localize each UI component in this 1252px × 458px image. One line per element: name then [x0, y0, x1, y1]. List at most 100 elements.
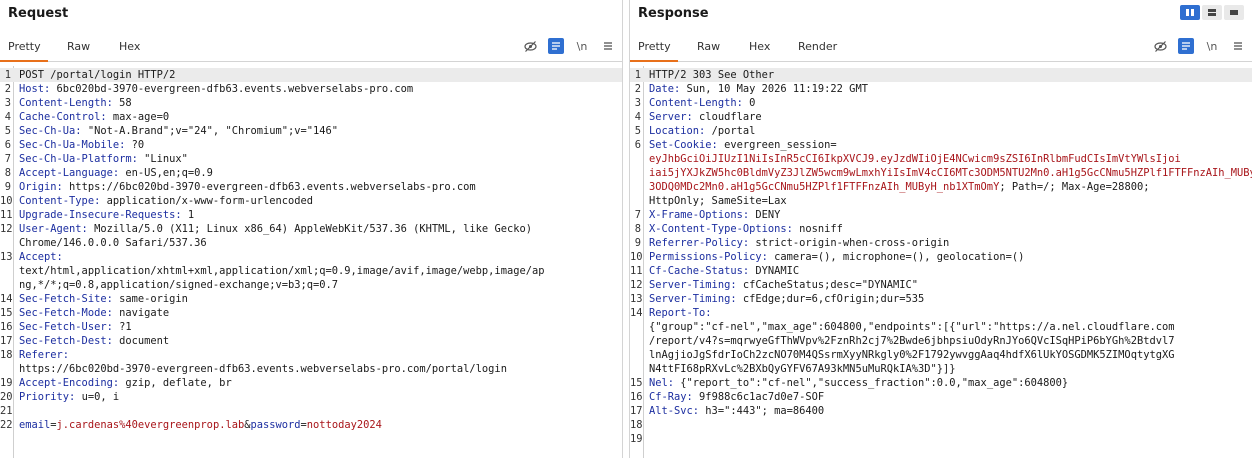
- menu-icon[interactable]: [600, 38, 616, 54]
- line-content: Sec-Fetch-Dest: document: [19, 334, 169, 348]
- tab-pretty[interactable]: Pretty: [8, 40, 41, 53]
- line-number: 5: [4, 125, 11, 137]
- tab-render[interactable]: Render: [798, 40, 837, 53]
- newline-toggle[interactable]: \n: [574, 38, 590, 54]
- line-number: 22: [0, 419, 13, 431]
- code-line: 3 Content-Length: 58: [0, 96, 622, 110]
- cookie-value: iai5jYXJkZW5hc0BldmVyZ3JlZW5wcm9wLmxhYiI…: [649, 167, 1252, 179]
- line-number: 7: [634, 209, 641, 221]
- top-bottom-layout-icon[interactable]: [1202, 5, 1222, 20]
- line-content: Sec-Fetch-Site: same-origin: [19, 292, 188, 306]
- code-line: 12 Server-Timing: cfCacheStatus;desc="DYN…: [630, 278, 1252, 292]
- code-line: 18 Referer:: [0, 348, 622, 362]
- line-number: 16: [630, 391, 643, 403]
- header-value: evergreen_session=: [717, 139, 837, 151]
- line-content: Sec-Fetch-User: ?1: [19, 320, 132, 334]
- code-line: 18: [630, 418, 1252, 432]
- line-content: N4ttFI68pRXvLc%2BXbQyGYFV67A93kMN5uMuRQk…: [649, 362, 956, 376]
- line-content: Set-Cookie: evergreen_session=: [649, 138, 837, 152]
- line-content: Host: 6bc020bd-3970-evergreen-dfb63.even…: [19, 82, 413, 96]
- header-value: 58: [112, 97, 132, 109]
- header-value: 9f988c6c1ac7d0e7-SOF: [692, 391, 825, 403]
- header-value: 1: [181, 209, 195, 221]
- code-line: 20 Priority: u=0, i: [0, 390, 622, 404]
- header-name: Sec-Fetch-User:: [19, 321, 113, 333]
- response-tools: \n: [1152, 37, 1246, 55]
- line-number: 21: [0, 405, 13, 417]
- tab-raw[interactable]: Raw: [67, 40, 90, 53]
- response-editor[interactable]: 1 HTTP/2 303 See Other 2 Date: Sun, 10 May …: [630, 66, 1252, 458]
- code-line: 19 Accept-Encoding: gzip, deflate, br: [0, 376, 622, 390]
- code-line: 1 HTTP/2 303 See Other: [630, 68, 1252, 82]
- word-wrap-icon[interactable]: [1178, 38, 1194, 54]
- header-name: Referer:: [19, 349, 70, 361]
- code-line: 4 Cache-Control: max-age=0: [0, 110, 622, 124]
- line-content: Permissions-Policy: camera=(), microphon…: [649, 250, 1024, 264]
- header-value: Chrome/146.0.0.0 Safari/537.36: [19, 237, 207, 249]
- line-number: 9: [4, 181, 11, 193]
- header-name: Sec-Fetch-Mode:: [19, 307, 113, 319]
- code-line: 16 Sec-Fetch-User: ?1: [0, 320, 622, 334]
- line-number: 8: [4, 167, 11, 179]
- header-name: Upgrade-Insecure-Requests:: [19, 209, 182, 221]
- header-name: Set-Cookie:: [649, 139, 718, 151]
- line-number: 11: [0, 209, 13, 221]
- hide-whitespace-icon[interactable]: [1152, 38, 1168, 54]
- code-line: {"group":"cf-nel","max_age":604800,"endp…: [630, 320, 1252, 334]
- line-number: 15: [0, 307, 13, 319]
- line-number: 2: [4, 83, 11, 95]
- body-token: password: [250, 419, 301, 431]
- line-number: 19: [0, 377, 13, 389]
- hide-whitespace-icon[interactable]: [522, 38, 538, 54]
- tab-pretty[interactable]: Pretty: [638, 40, 671, 53]
- code-line: 9 Origin: https://6bc020bd-3970-evergreen…: [0, 180, 622, 194]
- header-name: Sec-Fetch-Site:: [19, 293, 113, 305]
- line-number: 4: [634, 111, 641, 123]
- code-line: 17 Alt-Svc: h3=":443"; ma=86400: [630, 404, 1252, 418]
- code-line: 19: [630, 432, 1252, 446]
- tab-raw[interactable]: Raw: [697, 40, 720, 53]
- code-line: 2 Host: 6bc020bd-3970-evergreen-dfb63.eve…: [0, 82, 622, 96]
- request-editor[interactable]: 1 POST /portal/login HTTP/2 2 Host: 6bc020b…: [0, 66, 622, 458]
- menu-icon[interactable]: [1230, 38, 1246, 54]
- line-number: 18: [630, 419, 643, 431]
- header-name: Content-Length:: [649, 97, 743, 109]
- word-wrap-icon[interactable]: [548, 38, 564, 54]
- header-value: ?0: [125, 139, 145, 151]
- header-name: X-Frame-Options:: [649, 209, 750, 221]
- cookie-value: eyJhbGciOiJIUzI1NiIsInR5cCI6IkpXVCJ9.eyJ…: [649, 153, 1181, 165]
- line-content: Referer:: [19, 348, 69, 362]
- header-value: cloudflare: [692, 111, 762, 123]
- code-line: 1 POST /portal/login HTTP/2: [0, 68, 622, 82]
- tab-hex[interactable]: Hex: [749, 40, 770, 53]
- header-name: Server-Timing:: [649, 279, 737, 291]
- line-number: 5: [634, 125, 641, 137]
- line-content: Sec-Ch-Ua-Platform: "Linux": [19, 152, 188, 166]
- tabbed-layout-icon[interactable]: [1224, 5, 1244, 20]
- pane-divider[interactable]: [622, 0, 630, 458]
- header-value: HTTP/2 303 See Other: [649, 69, 775, 81]
- line-number: 6: [4, 139, 11, 151]
- line-content: eyJhbGciOiJIUzI1NiIsInR5cCI6IkpXVCJ9.eyJ…: [649, 152, 1181, 166]
- header-name: User-Agent:: [19, 223, 88, 235]
- line-number: 2: [634, 83, 641, 95]
- line-number: 13: [630, 293, 643, 305]
- header-value: navigate: [112, 307, 170, 319]
- line-number: 1: [634, 69, 641, 81]
- side-by-side-layout-icon[interactable]: [1180, 5, 1200, 20]
- code-line: 14 Report-To:: [630, 306, 1252, 320]
- header-value: en-US,en;q=0.9: [119, 167, 213, 179]
- header-value: cfEdge;dur=6,cfOrigin;dur=535: [736, 293, 925, 305]
- line-content: X-Frame-Options: DENY: [649, 208, 780, 222]
- line-content: Content-Length: 58: [19, 96, 132, 110]
- code-line: 8 X-Content-Type-Options: nosniff: [630, 222, 1252, 236]
- newline-toggle[interactable]: \n: [1204, 38, 1220, 54]
- code-line: 13 Server-Timing: cfEdge;dur=6,cfOrigin;d…: [630, 292, 1252, 306]
- tab-hex[interactable]: Hex: [119, 40, 140, 53]
- line-content: Referrer-Policy: strict-origin-when-cros…: [649, 236, 949, 250]
- line-number: 19: [630, 433, 643, 445]
- header-value: text/html,application/xhtml+xml,applicat…: [19, 265, 545, 277]
- line-number: 16: [0, 321, 13, 333]
- line-number: 8: [634, 223, 641, 235]
- line-content: /report/v4?s=mqrwyeGfThWVpv%2FznRh2cj7%2…: [649, 334, 1174, 348]
